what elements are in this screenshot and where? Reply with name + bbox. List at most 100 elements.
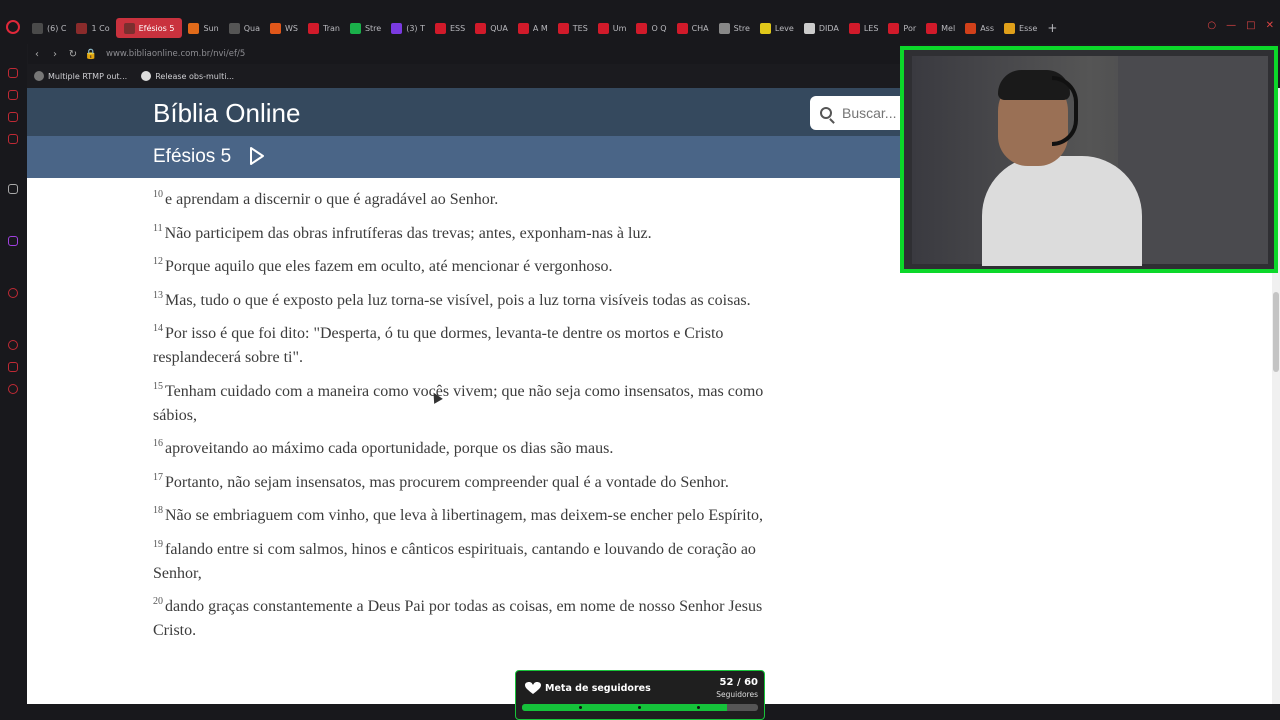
play-audio-icon[interactable]	[249, 147, 265, 165]
verse-number[interactable]: 20	[153, 596, 163, 607]
sidebar-history-icon[interactable]	[8, 340, 18, 350]
tab[interactable]: Ass	[961, 18, 998, 38]
github-icon	[141, 71, 152, 81]
bookmark-item[interactable]: Multiple RTMP out...	[34, 71, 127, 81]
forward-icon[interactable]: ›	[46, 49, 64, 60]
tab-label: Stre	[364, 23, 382, 33]
tab[interactable]: Qua	[225, 18, 264, 38]
reload-icon[interactable]: ↻	[64, 49, 82, 60]
tab[interactable]: Stre	[346, 18, 385, 38]
tab-label: ESS	[449, 23, 466, 33]
tab[interactable]: 1 Co	[72, 18, 113, 38]
address-bar: ‹ › ↻ 🔒 www.bibliaonline.com.br/nvi/ef/5	[28, 44, 900, 64]
tab-favicon-icon	[557, 22, 569, 34]
tab[interactable]: LES	[845, 18, 883, 38]
tab[interactable]: WS	[266, 18, 302, 38]
tab-label: O Q	[651, 23, 667, 33]
tab-favicon-icon	[269, 22, 281, 34]
minimize-icon[interactable]: —	[1226, 20, 1236, 31]
new-tab-button[interactable]: +	[1043, 18, 1061, 38]
verse-number[interactable]: 11	[153, 223, 163, 234]
sidebar-bag-icon[interactable]	[8, 90, 18, 100]
bookmark-item[interactable]: Release obs-multi...	[141, 71, 234, 81]
scrollbar-thumb[interactable]	[1273, 292, 1279, 372]
sidebar-opera-icon[interactable]	[8, 68, 18, 78]
follower-goal-widget: Meta de seguidores 52 / 60 Seguidores	[515, 670, 765, 720]
verse: 13 Mas, tudo o que é exposto pela luz tor…	[153, 289, 793, 313]
tab[interactable]: ESS	[431, 18, 469, 38]
verse: 18 Não se embriaguem com vinho, que leva …	[153, 504, 793, 528]
tab[interactable]: Um	[594, 18, 631, 38]
tab[interactable]: TES	[554, 18, 592, 38]
search-tabs-icon[interactable]: ○	[1207, 20, 1216, 31]
tab-active[interactable]: Efésios 5	[115, 18, 183, 38]
goal-tick	[638, 706, 641, 709]
tab-favicon-icon	[307, 22, 319, 34]
tab[interactable]: DIDA	[800, 18, 843, 38]
verse-number[interactable]: 13	[153, 290, 163, 301]
tab[interactable]: Stre	[715, 18, 754, 38]
verse-text: dando graças constantemente a Deus Pai p…	[153, 598, 763, 639]
tab-label: Qua	[243, 23, 260, 33]
goal-unit: Seguidores	[716, 690, 758, 699]
sidebar-mail-icon[interactable]	[8, 134, 18, 144]
tab[interactable]: (3) T	[387, 18, 429, 38]
verse-number[interactable]: 15	[153, 381, 163, 392]
verse-list: 10 e aprendam a discernir o que é agradáv…	[153, 188, 793, 653]
tab[interactable]: Sun	[184, 18, 222, 38]
tab[interactable]: CHA	[673, 18, 713, 38]
sidebar-cursor-icon[interactable]	[8, 184, 18, 194]
sidebar-settings-icon[interactable]	[8, 384, 18, 394]
tab-list: (6) C 1 Co Efésios 5 Sun Qua WS Tran Stre (3) T E…	[28, 18, 1063, 38]
tab-favicon-icon	[848, 22, 860, 34]
tab-label: TES	[572, 23, 588, 33]
tab-favicon-icon	[228, 22, 240, 34]
verse-number[interactable]: 14	[153, 323, 163, 334]
sidebar-player-icon[interactable]	[8, 288, 18, 298]
sidebar-extensions-icon[interactable]	[8, 362, 18, 372]
sidebar-twitch-icon[interactable]	[8, 236, 18, 246]
site-title[interactable]: Bíblia Online	[153, 98, 300, 129]
tab[interactable]: Por	[884, 18, 920, 38]
tab-favicon-icon	[636, 22, 648, 34]
restore-icon[interactable]: □	[1246, 20, 1255, 31]
tab-favicon-icon	[1004, 22, 1016, 34]
tab-favicon-icon	[888, 22, 900, 34]
verse-number[interactable]: 16	[153, 438, 163, 449]
verse-number[interactable]: 18	[153, 505, 163, 516]
browser-tab-strip: (6) C 1 Co Efésios 5 Sun Qua WS Tran Stre (3) T E…	[0, 0, 1280, 44]
tab[interactable]: Leve	[756, 18, 798, 38]
tab-label: Tran	[322, 23, 340, 33]
tab[interactable]: O Q	[632, 18, 670, 38]
browser-sidebar	[0, 44, 27, 720]
tab[interactable]: (6) C	[28, 18, 70, 38]
tab[interactable]: Mel	[922, 18, 959, 38]
verse-number[interactable]: 19	[153, 539, 163, 550]
back-icon[interactable]: ‹	[28, 49, 46, 60]
bookmark-label: Multiple RTMP out...	[48, 71, 128, 81]
goal-count: 52 / 60	[719, 677, 758, 688]
sidebar-messenger-icon[interactable]	[8, 112, 18, 122]
tab-label: LES	[863, 23, 879, 33]
tab-favicon-icon	[123, 22, 135, 34]
verse-number[interactable]: 17	[153, 472, 163, 483]
tab-label: Esse	[1019, 23, 1038, 33]
tab[interactable]: A M	[514, 18, 552, 38]
verse-text: Não participem das obras infrutíferas da…	[164, 224, 652, 242]
tab[interactable]: Esse	[1000, 18, 1041, 38]
tab-favicon-icon	[517, 22, 529, 34]
tab[interactable]: Tran	[304, 18, 344, 38]
verse-text: falando entre si com salmos, hinos e cân…	[153, 540, 756, 582]
tab[interactable]: QUA	[471, 18, 512, 38]
tab-label: Efésios 5	[138, 23, 175, 33]
verse-number[interactable]: 12	[153, 256, 163, 267]
headset-icon	[1052, 76, 1078, 146]
tab-label: Ass	[980, 23, 995, 33]
tab-label: A M	[532, 23, 548, 33]
opera-logo-icon[interactable]	[6, 20, 20, 34]
tab-favicon-icon	[32, 22, 43, 34]
url-field[interactable]: www.bibliaonline.com.br/nvi/ef/5	[106, 49, 245, 59]
tab-label: Leve	[774, 23, 794, 33]
verse-number[interactable]: 10	[153, 189, 163, 200]
close-window-icon[interactable]: ✕	[1266, 20, 1274, 31]
